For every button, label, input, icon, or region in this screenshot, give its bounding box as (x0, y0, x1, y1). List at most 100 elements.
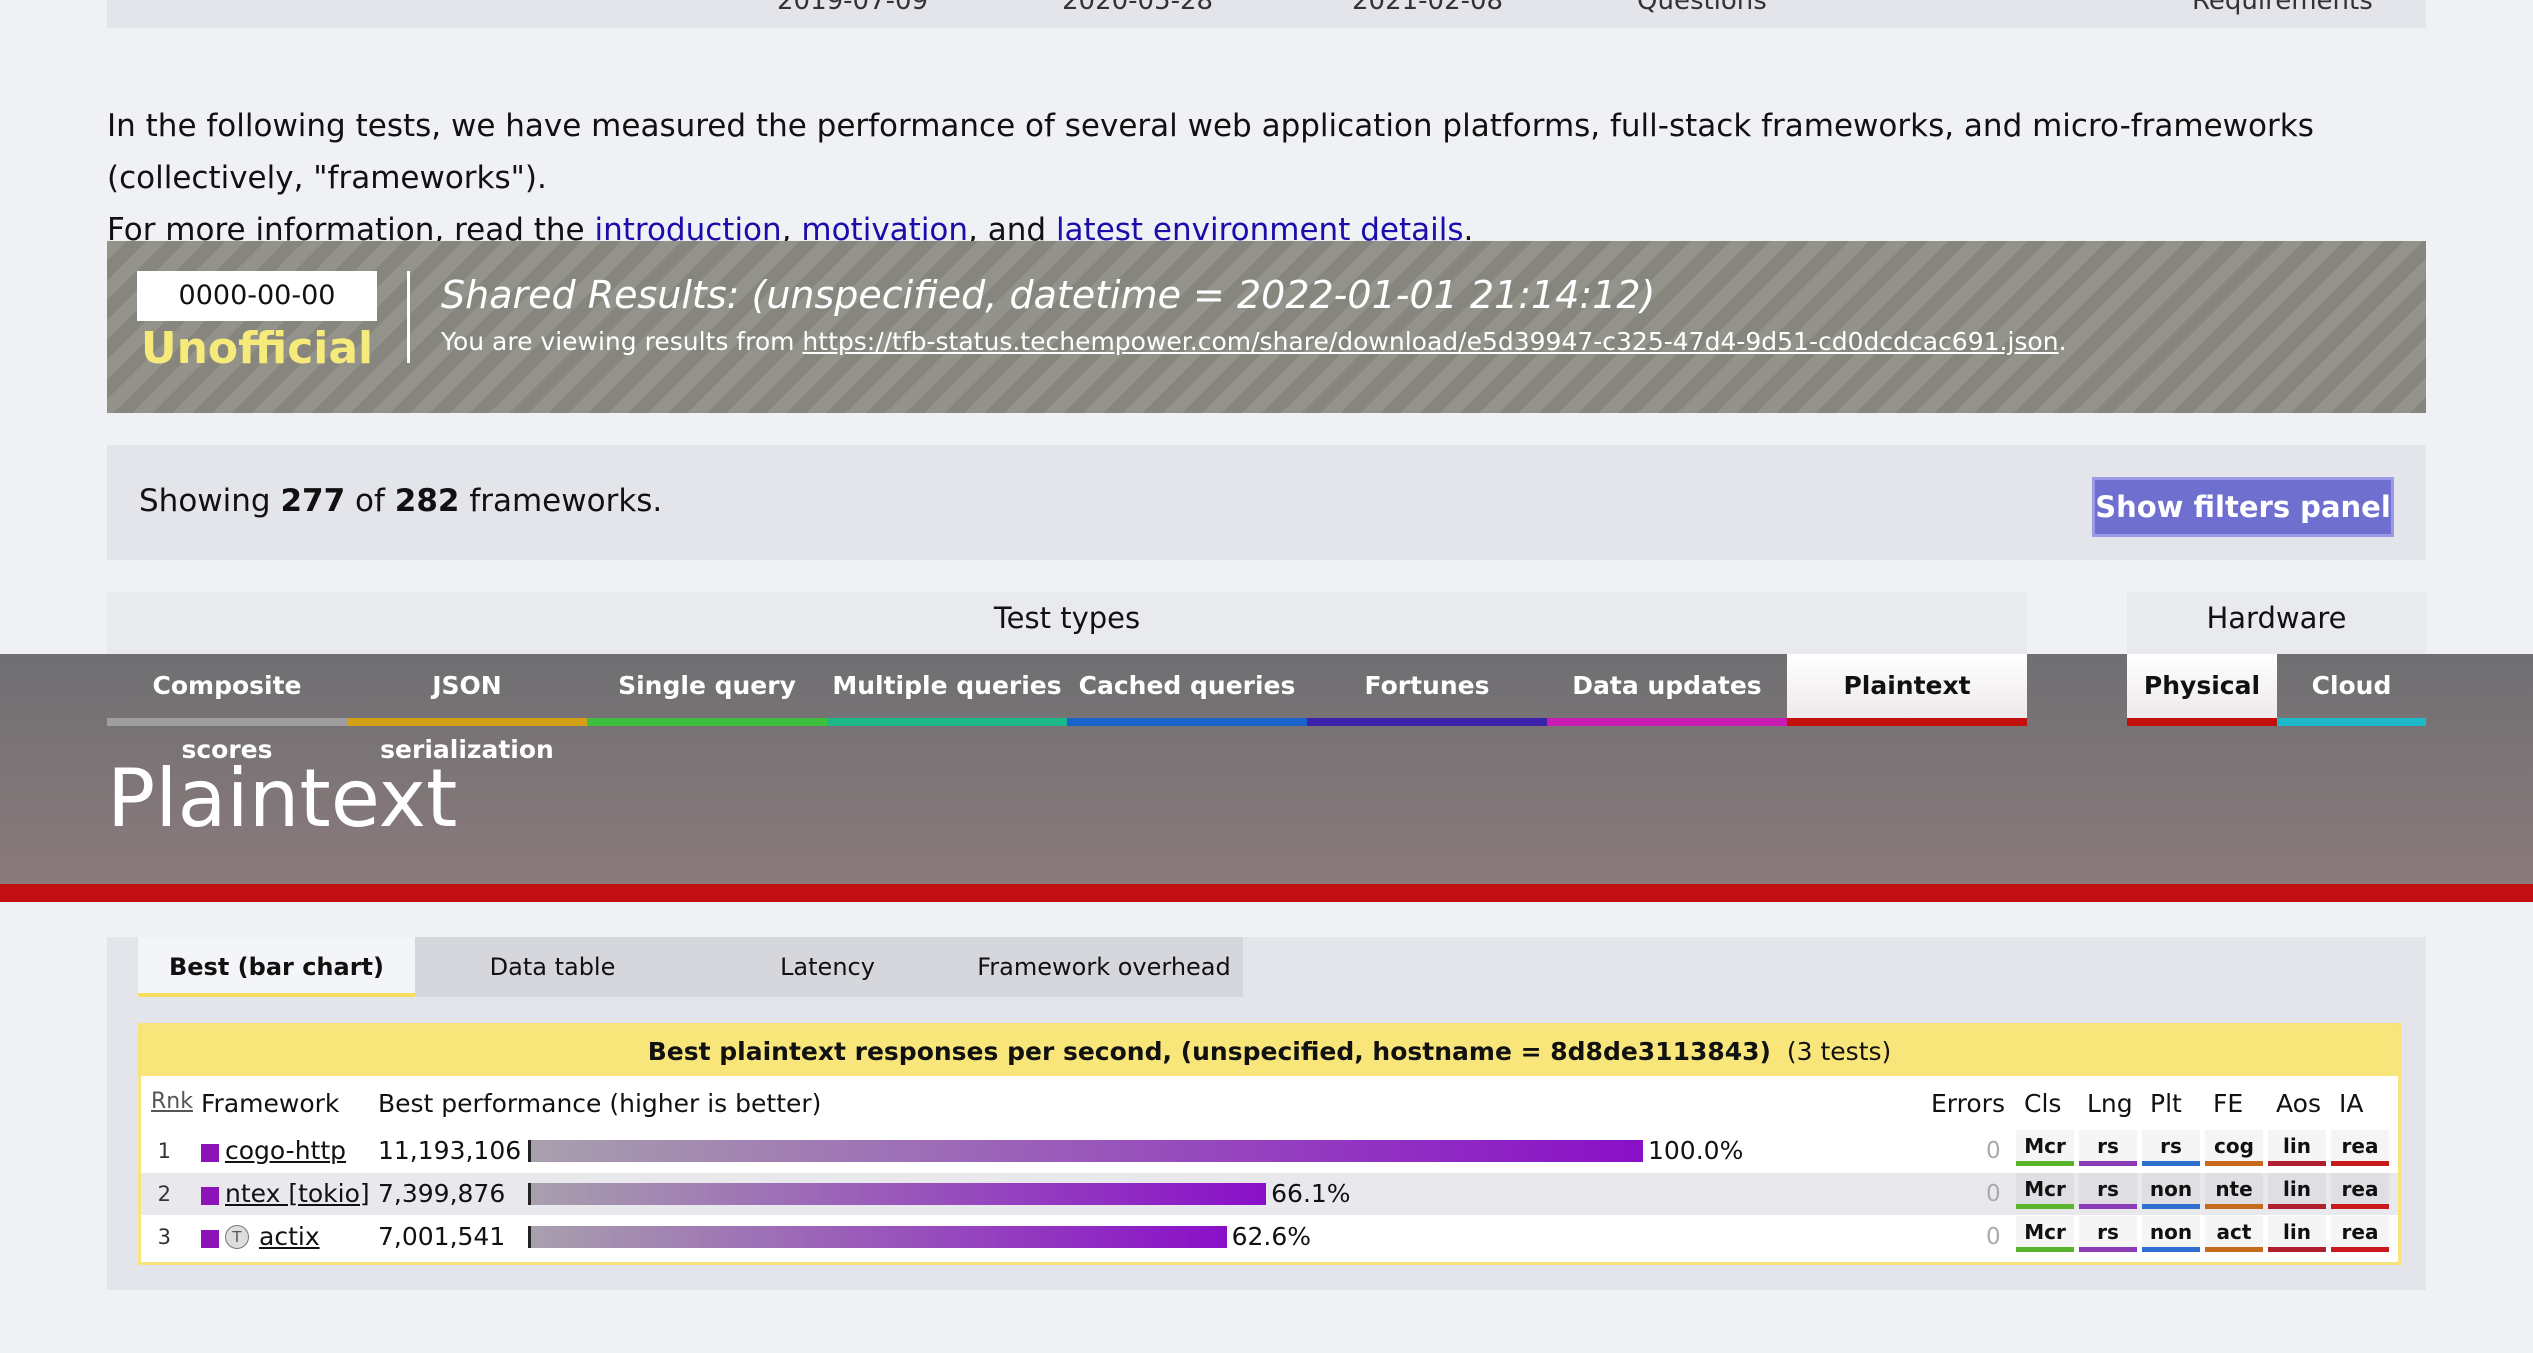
attr-fe: act (2205, 1216, 2263, 1252)
top-strip-questions[interactable]: Questions (1637, 0, 1767, 16)
errors-column-header: Errors (1931, 1089, 2005, 1118)
attr-header-cls: Cls (2024, 1089, 2062, 1118)
tab-color-bar (1787, 718, 2027, 726)
tab-physical[interactable]: Physical (2127, 654, 2277, 726)
tab-composite-scores[interactable]: Composite scores (107, 654, 347, 764)
banner-subtitle: You are viewing results from https://tfb… (441, 327, 2067, 356)
tab-color-bar (1547, 718, 1787, 726)
attr-ia: rea (2331, 1216, 2389, 1252)
tab-label: Physical (2143, 671, 2261, 700)
attr-fe: nte (2205, 1173, 2263, 1209)
banner-divider (407, 271, 410, 363)
showing-suffix: frameworks. (459, 483, 663, 519)
performance-value: 7,399,876 (378, 1179, 506, 1208)
errors-value: 0 (1986, 1138, 2001, 1164)
attr-plt: rs (2142, 1130, 2200, 1166)
rank-cell: 3 (157, 1225, 171, 1249)
tab-color-bar (347, 718, 587, 726)
rank-column-header[interactable]: Rnk (151, 1089, 193, 1114)
intro-text: In the following tests, we have measured… (107, 100, 2437, 256)
tab-label: Fortunes (1364, 671, 1490, 700)
test-types-header: Test types (107, 592, 2027, 654)
table-row: 1 cogo-http 11,193,106 100.0% 0 Mcr rs rs cog lin… (141, 1130, 2398, 1172)
tab-best-bar-chart[interactable]: Best (bar chart) (138, 937, 415, 997)
tab-latency[interactable]: Latency (690, 937, 965, 997)
framework-color-square (201, 1144, 219, 1162)
tab-color-bar (2127, 718, 2277, 726)
show-filters-button[interactable]: Show filters panel (2092, 477, 2394, 537)
errors-value: 0 (1986, 1224, 2001, 1250)
tab-fortunes[interactable]: Fortunes (1307, 654, 1547, 726)
attr-header-lng: Lng (2087, 1089, 2133, 1118)
hardware-header: Hardware (2127, 592, 2426, 654)
attr-aos: lin (2268, 1173, 2326, 1209)
tab-color-bar (587, 718, 827, 726)
attr-lng: rs (2079, 1130, 2137, 1166)
shown-count: 277 (280, 483, 346, 519)
performance-percent: 62.6% (1231, 1222, 1311, 1251)
attr-fe: cog (2205, 1130, 2263, 1166)
performance-percent: 66.1% (1271, 1179, 1351, 1208)
attr-plt: non (2142, 1173, 2200, 1209)
shared-results-banner: 0000-00-00 Unofficial Shared Results: (u… (107, 241, 2426, 413)
framework-color-square (201, 1230, 219, 1248)
performance-bar (528, 1140, 1643, 1162)
attr-lng: rs (2079, 1216, 2137, 1252)
results-chart: Best plaintext responses per second, (un… (138, 1023, 2401, 1265)
unofficial-label: Unofficial (140, 323, 374, 374)
top-strip-requirements[interactable]: Requirements (2192, 0, 2373, 16)
tab-framework-overhead[interactable]: Framework overhead (965, 937, 1243, 997)
errors-value: 0 (1986, 1181, 2001, 1207)
tab-label: Single query (618, 671, 796, 700)
tab-multiple-queries[interactable]: Multiple queries (827, 654, 1067, 726)
performance-percent: 100.0% (1648, 1136, 1744, 1165)
tab-cloud[interactable]: Cloud (2277, 654, 2426, 726)
attr-header-fe: FE (2213, 1089, 2244, 1118)
framework-link[interactable]: cogo-http (225, 1136, 346, 1165)
attr-ia: rea (2331, 1173, 2389, 1209)
top-strip-date-3: 2021-02-08 (1352, 0, 1504, 16)
performance-value: 7,001,541 (378, 1222, 506, 1251)
results-date: 0000-00-00 (137, 271, 377, 321)
rank-cell: 2 (157, 1182, 171, 1206)
tab-label: Data updates (1572, 671, 1762, 700)
tab-color-bar (827, 718, 1067, 726)
tab-cached-queries[interactable]: Cached queries (1067, 654, 1307, 726)
tab-label: Plaintext (1843, 671, 1971, 700)
showing-count: Showing 277 of 282 frameworks. (139, 483, 662, 519)
section-band-accent (0, 884, 2533, 902)
top-strip-date-2: 2020-05-28 (1062, 0, 1214, 16)
rank-cell: 1 (157, 1139, 171, 1163)
table-row: 3 Tactix 7,001,541 62.6% 0 Mcr rs non act lin rea (141, 1216, 2398, 1258)
banner-subtitle-suffix: . (2058, 327, 2067, 356)
showing-panel: Showing 277 of 282 frameworks. Show filt… (107, 445, 2426, 560)
performance-bar (528, 1226, 1227, 1248)
framework-column-header: Framework (201, 1089, 340, 1118)
framework-link[interactable]: ntex [tokio] (225, 1179, 370, 1208)
results-json-link[interactable]: https://tfb-status.techempower.com/share… (802, 327, 2058, 356)
tab-label: Cloud (2311, 671, 2392, 700)
attr-lng: rs (2079, 1173, 2137, 1209)
top-strip-date-1: 2019-07-09 (777, 0, 929, 16)
total-count: 282 (394, 483, 460, 519)
tab-data-updates[interactable]: Data updates (1547, 654, 1787, 726)
top-strip: 2019-07-09 2020-05-28 2021-02-08 Questio… (107, 0, 2426, 28)
chart-caption: Best plaintext responses per second, (un… (141, 1026, 2398, 1076)
tab-label: Multiple queries (832, 671, 1062, 700)
tab-json-serialization[interactable]: JSON serialization (347, 654, 587, 764)
attr-cls: Mcr (2016, 1130, 2074, 1166)
performance-value: 11,193,106 (378, 1136, 522, 1165)
tab-plaintext[interactable]: Plaintext (1787, 654, 2027, 726)
framework-color-square (201, 1187, 219, 1205)
tab-label: Cached queries (1078, 671, 1296, 700)
tab-data-table[interactable]: Data table (415, 937, 690, 997)
attr-aos: lin (2268, 1216, 2326, 1252)
attr-cls: Mcr (2016, 1173, 2074, 1209)
chart-caption-title: Best plaintext responses per second, (un… (647, 1037, 1771, 1066)
tab-color-bar (1067, 718, 1307, 726)
attr-plt: non (2142, 1216, 2200, 1252)
tab-single-query[interactable]: Single query (587, 654, 827, 726)
showing-of: of (345, 483, 395, 519)
framework-link[interactable]: actix (259, 1222, 320, 1251)
banner-title: Shared Results: (unspecified, datetime =… (441, 273, 1656, 317)
